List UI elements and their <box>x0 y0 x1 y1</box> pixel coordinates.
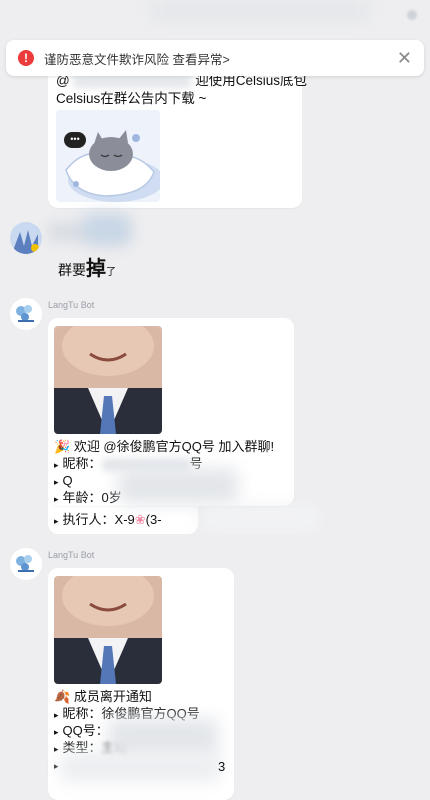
last-tail: 3 <box>218 759 226 774</box>
top-blurred-region <box>150 0 370 22</box>
bullet-icon: ▸ <box>54 477 59 487</box>
blurred-qq-value <box>118 468 238 504</box>
blurred-last-value <box>60 752 220 782</box>
sender-name: LangTu Bot <box>48 550 95 560</box>
avatar[interactable] <box>10 222 42 254</box>
alert-icon: ! <box>18 50 34 66</box>
bullet-icon: ▸ <box>54 744 59 754</box>
bot-avatar[interactable] <box>10 548 42 580</box>
leave-title-line: 🍂 成员离开通知 <box>54 688 152 705</box>
risk-warning-banner[interactable]: ! 谨防恶意文件欺诈风险 查看异常> ✕ <box>6 40 424 76</box>
bullet-icon: ▸ <box>54 494 59 504</box>
leave-title: 成员离开通知 <box>73 689 152 704</box>
warning-text[interactable]: 谨防恶意文件欺诈风险 查看异常> <box>44 49 230 68</box>
nickname-label: 昵称： <box>62 456 102 471</box>
bullet-icon: ▸ <box>54 516 59 526</box>
message-bubble-1[interactable]: @ 迎使用Celsius底包 Celsius在群公告内下载 ~ ••• <box>48 62 307 208</box>
executor-tail: (3- <box>145 512 162 527</box>
bot-avatar[interactable] <box>10 298 42 330</box>
bullet-icon: ▸ <box>54 727 59 737</box>
executor-line: ▸ 执行人：X-9❀(3- <box>54 511 162 530</box>
welcome-line: 🎉 欢迎 @徐俊鹏官方QQ号 加入群聊! <box>54 438 274 455</box>
bullet-icon: ▸ <box>54 710 59 720</box>
sender-name: LangTu Bot <box>48 300 95 310</box>
message-text: Celsius在群公告内下载 ~ <box>56 91 207 106</box>
welcome-text: 欢迎 @徐俊鹏官方QQ号 加入群聊! <box>73 439 275 454</box>
close-icon[interactable]: ✕ <box>397 49 412 67</box>
leaf-icon: 🍂 <box>54 689 71 704</box>
member-photo[interactable] <box>54 576 162 684</box>
sleeping-cat-sticker[interactable]: ••• <box>56 110 160 202</box>
message-bubble-3[interactable]: 🎉 欢迎 @徐俊鹏官方QQ号 加入群聊! ▸ 昵称：号 ▸ Q ▸ 年龄：0岁 <box>48 318 294 506</box>
age-line: ▸ 年龄：0岁 <box>54 489 122 508</box>
member-photo[interactable] <box>54 326 162 434</box>
bullet-icon: ▸ <box>54 761 59 771</box>
age-text: 年龄：0岁 <box>62 490 122 505</box>
bullet-icon: ▸ <box>54 460 59 470</box>
message-text-large: 掉 <box>86 258 106 280</box>
qq-label: Q <box>62 473 73 488</box>
party-icon: 🎉 <box>54 439 71 454</box>
blurred-sender-badge <box>84 214 130 244</box>
message-text-small: 了 <box>106 267 116 278</box>
status-dot <box>407 10 417 20</box>
chat-bubble-icon: ••• <box>64 132 86 148</box>
message-text: 群要 <box>58 262 86 278</box>
qq-label: QQ号： <box>62 723 109 738</box>
message-text-2: 群要掉了 <box>58 252 116 281</box>
flower-icon: ❀ <box>134 512 146 527</box>
blurred-executor-value <box>200 505 320 531</box>
blurred-mention <box>73 74 192 89</box>
executor-text: 执行人：X-9 <box>62 512 135 527</box>
